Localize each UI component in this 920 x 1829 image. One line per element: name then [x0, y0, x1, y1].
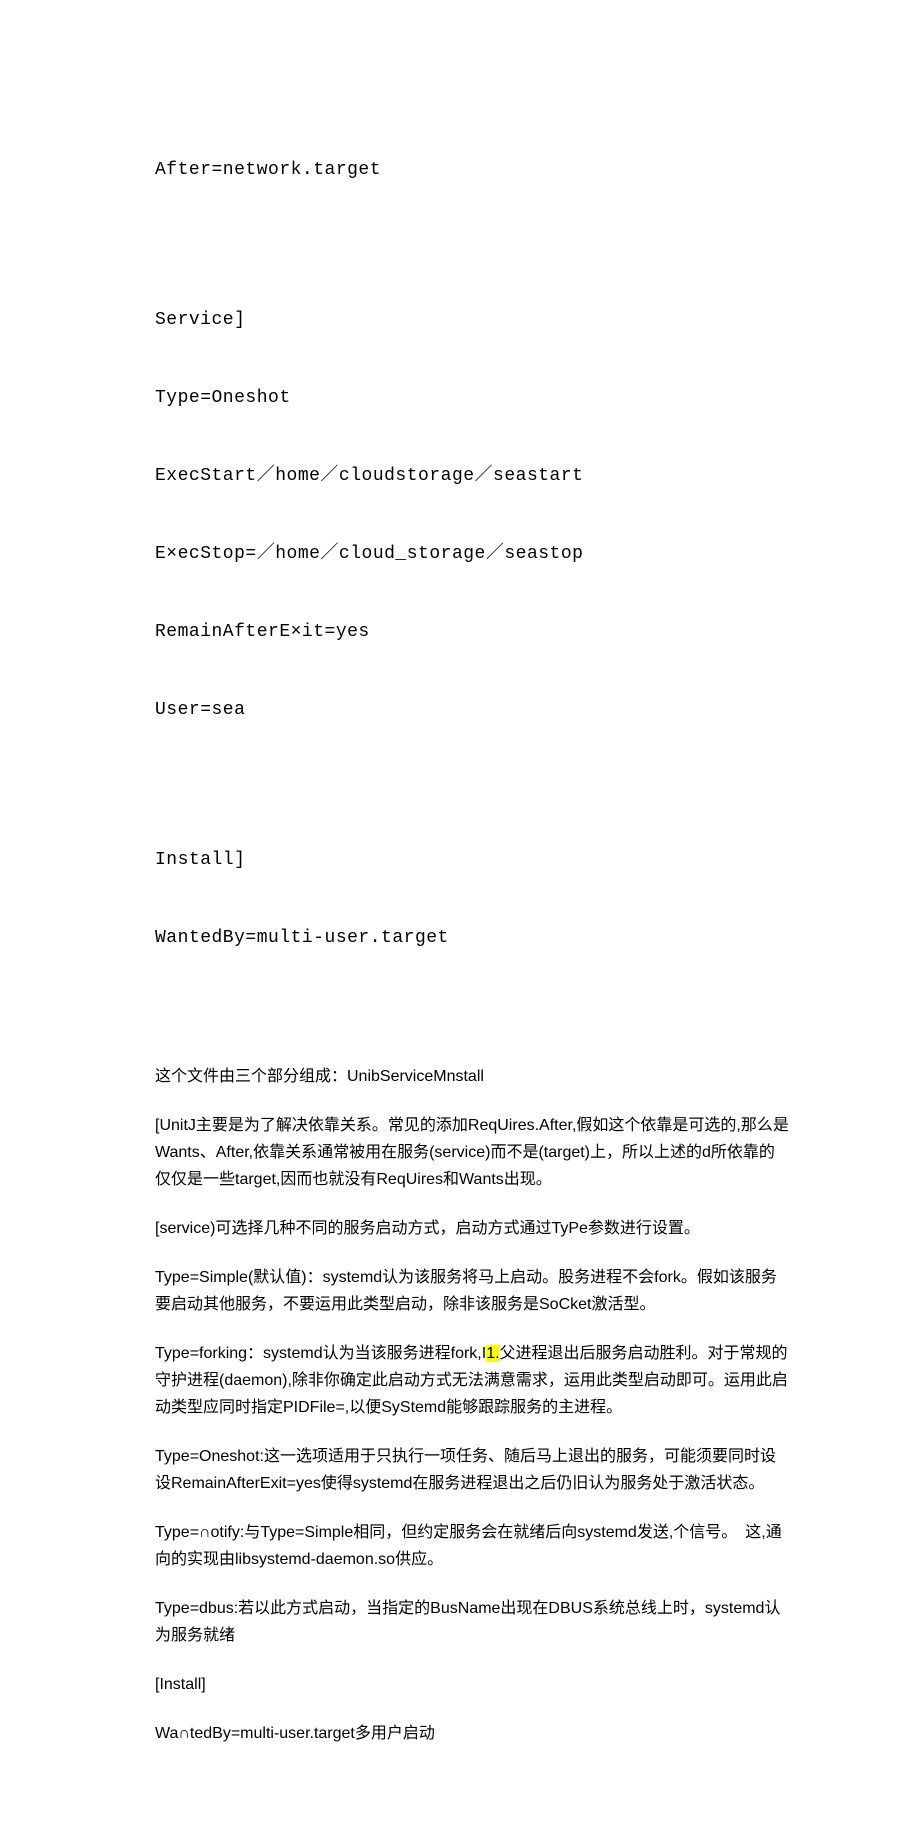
highlight-mark: 1. — [486, 1345, 499, 1362]
code-line: ExecStart／home／cloudstorage／seastart — [155, 463, 790, 489]
paragraph-wantedby: Wa∩tedBy=multi-user.target多用户启动 — [155, 1720, 790, 1747]
paragraph-type-forking: Type=forking：systemd认为当该服务进程fork,I1.父进程退… — [155, 1340, 790, 1421]
code-block-3: Install] WantedBy=multi-user.target — [155, 795, 790, 1003]
code-line: User=sea — [155, 697, 790, 723]
code-line: RemainAfterE×it=yes — [155, 619, 790, 645]
paragraph-intro: 这个文件由三个部分组成：UnibServiceMnstall — [155, 1063, 790, 1090]
paragraph-service: [service)可选择几种不同的服务启动方式，启动方式通过TyPe参数进行设置… — [155, 1215, 790, 1242]
paragraph-unit: [UnitJ主要是为了解决依靠关系。常见的添加ReqUires.After,假如… — [155, 1112, 790, 1193]
code-block-2: Service] Type=Oneshot ExecStart／home／clo… — [155, 255, 790, 775]
code-line: Type=Oneshot — [155, 385, 790, 411]
paragraph-install-header: [Install] — [155, 1671, 790, 1698]
document-page: After=network.target Service] Type=Onesh… — [0, 0, 920, 1829]
code-block-1: After=network.target — [155, 105, 790, 235]
paragraph-type-oneshot: Type=Oneshot:这一选项适用于只执行一项任务、随后马上退出的服务，可能… — [155, 1443, 790, 1497]
code-line: After=network.target — [155, 157, 790, 183]
code-line: Service] — [155, 307, 790, 333]
paragraph-type-simple: Type=Simple(默认值)：systemd认为该服务将马上启动。股务进程不… — [155, 1264, 790, 1318]
paragraph-type-dbus: Type=dbus:若以此方式启动，当指定的BusName出现在DBUS系统总线… — [155, 1595, 790, 1649]
code-line: E×ecStop=／home／cloud_storage／seastop — [155, 541, 790, 567]
text-before-highlight: Type=forking：systemd认为当该服务进程fork,I — [155, 1345, 486, 1362]
code-line: Install] — [155, 847, 790, 873]
paragraph-type-notify: Type=∩otify:与Type=Simple相同，但约定服务会在就绪后向sy… — [155, 1519, 790, 1573]
code-line: WantedBy=multi-user.target — [155, 925, 790, 951]
